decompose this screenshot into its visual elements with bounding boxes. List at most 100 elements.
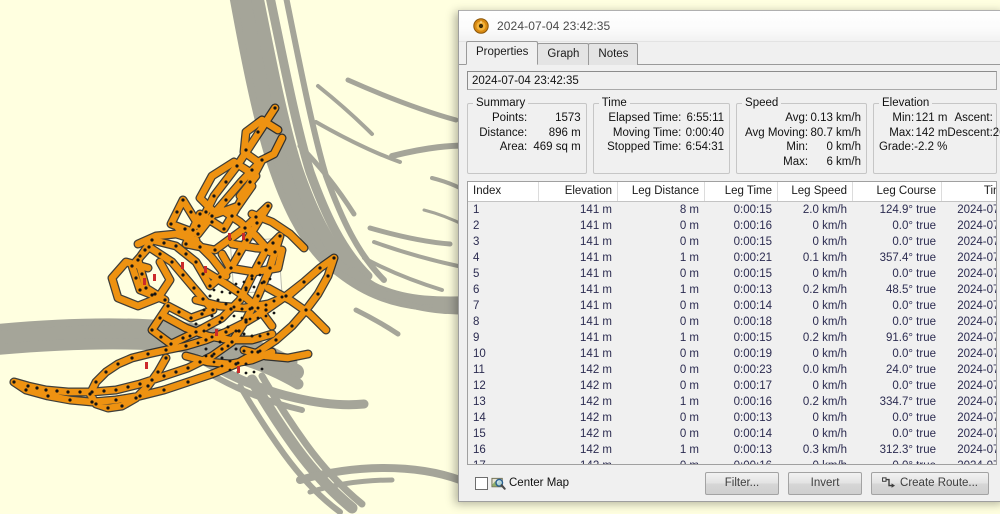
- time-row-stopped: Stopped Time: 6:54:31: [599, 140, 724, 155]
- cell-index: 9: [473, 332, 480, 344]
- tab-graph[interactable]: Graph: [537, 43, 590, 65]
- track-points-table: Index Elevation Leg Distance Leg Time Le…: [468, 182, 996, 464]
- table-row[interactable]: 2 141 m 0 m 0:00:16 0 km/h 0.0° true 2024-07..…: [468, 218, 996, 234]
- speed-row-avgmoving: Avg Moving: 80.7 km/h: [742, 126, 861, 141]
- cell-time: 2024-07...: [957, 220, 996, 232]
- cell-elevation: 141 m: [580, 300, 612, 312]
- tab-notes[interactable]: Notes: [588, 43, 639, 65]
- cell-leg-course: 0.0° true: [892, 220, 936, 232]
- group-summary: Summary Points: 1573 Distance: 896 m Are…: [467, 97, 587, 174]
- window-titlebar[interactable]: 2024-07-04 23:42:35: [459, 11, 1000, 42]
- cell-leg-course: 0.0° true: [892, 300, 936, 312]
- table-row[interactable]: 14 142 m 0 m 0:00:13 0 km/h 0.0° true 2024-07.…: [468, 410, 996, 426]
- cell-time: 2024-07...: [957, 380, 996, 392]
- cell-elevation: 141 m: [580, 348, 612, 360]
- elev-descent-label: Descent:: [947, 126, 993, 139]
- table-row[interactable]: 10 141 m 0 m 0:00:19 0 km/h 0.0° true 2024-07.…: [468, 346, 996, 362]
- center-map-checkbox[interactable]: [475, 476, 488, 490]
- center-map-label: Center Map: [509, 477, 570, 489]
- cell-leg-distance: 0 m: [679, 380, 699, 392]
- elevation-row-min: Min: 121 m Ascent: 1 m: [879, 111, 1000, 126]
- cell-time: 2024-07...: [957, 428, 996, 440]
- invert-button[interactable]: Invert: [788, 471, 863, 495]
- properties-panel: 2024-07-04 23:42:35 Summary Points: 1573…: [459, 65, 1000, 501]
- table-row[interactable]: 13 142 m 1 m 0:00:16 0.2 km/h 334.7° true 2024…: [468, 394, 996, 410]
- table-row[interactable]: 11 142 m 0 m 0:00:23 0.0 km/h 24.0° true 2024-…: [468, 362, 996, 378]
- cell-leg-time: 0:00:17: [733, 380, 772, 392]
- cell-elevation: 141 m: [580, 252, 612, 264]
- col-header-time[interactable]: Time: [941, 182, 996, 202]
- group-elevation: Elevation Min: 121 m Ascent: 1 m Max:: [872, 97, 1000, 174]
- table-row[interactable]: 17142 m0 m0:00:160 km/h0.0° true2024-07.…: [468, 458, 996, 464]
- table-row[interactable]: 9 141 m 1 m 0:00:15 0.2 km/h 91.6° true 2024-0…: [468, 330, 996, 346]
- group-time-legend: Time: [601, 97, 627, 109]
- create-route-button[interactable]: Create Route...: [871, 471, 989, 495]
- table-row[interactable]: 12 142 m 0 m 0:00:17 0 km/h 0.0° true 2024-07.…: [468, 378, 996, 394]
- group-elevation-legend: Elevation: [881, 97, 930, 109]
- time-row-elapsed: Elapsed Time: 6:55:11: [599, 111, 724, 126]
- cell-index: 2: [473, 220, 480, 232]
- cell-leg-course: 357.4° true: [879, 252, 936, 264]
- table-row[interactable]: 4 141 m 1 m 0:00:21 0.1 km/h 357.4° true 2024-…: [468, 250, 996, 266]
- route-icon: [882, 477, 896, 488]
- filter-button[interactable]: Filter...: [705, 471, 780, 495]
- table-row[interactable]: 7 141 m 0 m 0:00:14 0 km/h 0.0° true 2024-07..…: [468, 298, 996, 314]
- cell-elevation: 142 m: [580, 444, 612, 456]
- cell-elevation: 141 m: [580, 316, 612, 328]
- elev-max-value: 142 m: [915, 126, 948, 139]
- cell-time: 2024-07...: [957, 364, 996, 376]
- speed-avgmoving-label: Avg Moving:: [745, 126, 809, 139]
- cell-elevation: 142 m: [580, 428, 612, 440]
- cell-leg-distance: 0 m: [618, 458, 705, 464]
- col-header-index[interactable]: Index: [468, 182, 539, 202]
- tab-properties[interactable]: Properties: [466, 41, 539, 65]
- center-map-control[interactable]: Center Map: [475, 476, 569, 491]
- cell-leg-distance: 0 m: [679, 428, 699, 440]
- cell-leg-course: 0.0° true: [892, 236, 936, 248]
- speed-max-value: 6 km/h: [826, 155, 861, 168]
- track-points-table-container[interactable]: Index Elevation Leg Distance Leg Time Le…: [467, 181, 997, 465]
- cell-time: 2024-07...: [957, 284, 996, 296]
- cell-time: 2024-07...: [942, 458, 996, 464]
- cell-time: 2024-07...: [957, 268, 996, 280]
- table-row[interactable]: 15 142 m 0 m 0:00:14 0 km/h 0.0° true 2024-07.…: [468, 426, 996, 442]
- cell-index: 17: [468, 458, 539, 464]
- table-row[interactable]: 8 141 m 0 m 0:00:18 0 km/h 0.0° true 2024-07..…: [468, 314, 996, 330]
- cell-elevation: 141 m: [580, 204, 612, 216]
- cell-elevation: 142 m: [539, 458, 618, 464]
- table-row[interactable]: 1 141 m 8 m 0:00:15 2.0 km/h 124.9° true 2024-…: [468, 201, 996, 218]
- cell-leg-time: 0:00:13: [733, 284, 772, 296]
- col-header-leg-speed[interactable]: Leg Speed: [777, 182, 853, 202]
- cell-leg-distance: 0 m: [679, 220, 699, 232]
- table-header-row: Index Elevation Leg Distance Leg Time Le…: [468, 182, 996, 202]
- table-row[interactable]: 6 141 m 1 m 0:00:13 0.2 km/h 48.5° true 2024-0…: [468, 282, 996, 298]
- col-header-leg-time[interactable]: Leg Time: [704, 182, 778, 202]
- cell-leg-course: 0.0° true: [892, 380, 936, 392]
- col-header-leg-course[interactable]: Leg Course: [852, 182, 942, 202]
- cell-leg-time: 0:00:15: [733, 268, 772, 280]
- table-row[interactable]: 5 141 m 0 m 0:00:15 0 km/h 0.0° true 2024-07..…: [468, 266, 996, 282]
- cell-time: 2024-07...: [957, 316, 996, 328]
- elevation-row-max: Max: 142 m Descent: 20 m: [879, 126, 1000, 141]
- cell-leg-course: 0.0° true: [892, 348, 936, 360]
- cell-time: 2024-07...: [957, 332, 996, 344]
- speed-avg-label: Avg:: [785, 112, 809, 124]
- compass-icon: [473, 18, 489, 34]
- table-row[interactable]: 3 141 m 0 m 0:00:15 0 km/h 0.0° true 2024-07..…: [468, 234, 996, 250]
- elev-ascent-value: 1 m: [993, 111, 1000, 126]
- cell-time: 2024-07...: [957, 444, 996, 456]
- filter-button-label: Filter...: [724, 477, 760, 489]
- track-name-input[interactable]: 2024-07-04 23:42:35: [467, 71, 997, 90]
- col-header-elevation[interactable]: Elevation: [538, 182, 618, 202]
- time-elapsed-label: Elapsed Time:: [608, 112, 682, 124]
- time-row-moving: Moving Time: 0:00:40: [599, 126, 724, 141]
- cell-leg-course: 124.9° true: [879, 204, 936, 216]
- cell-leg-time: 0:00:15: [733, 236, 772, 248]
- cell-leg-distance: 0 m: [679, 300, 699, 312]
- cell-leg-speed: 0 km/h: [812, 428, 847, 440]
- summary-row-area: Area: 469 sq m: [473, 140, 581, 155]
- col-header-leg-distance[interactable]: Leg Distance: [617, 182, 705, 202]
- cell-leg-time: 0:00:19: [733, 348, 772, 360]
- table-row[interactable]: 16 142 m 1 m 0:00:13 0.3 km/h 312.3° true 2024…: [468, 442, 996, 458]
- cell-leg-time: 0:00:15: [733, 204, 772, 216]
